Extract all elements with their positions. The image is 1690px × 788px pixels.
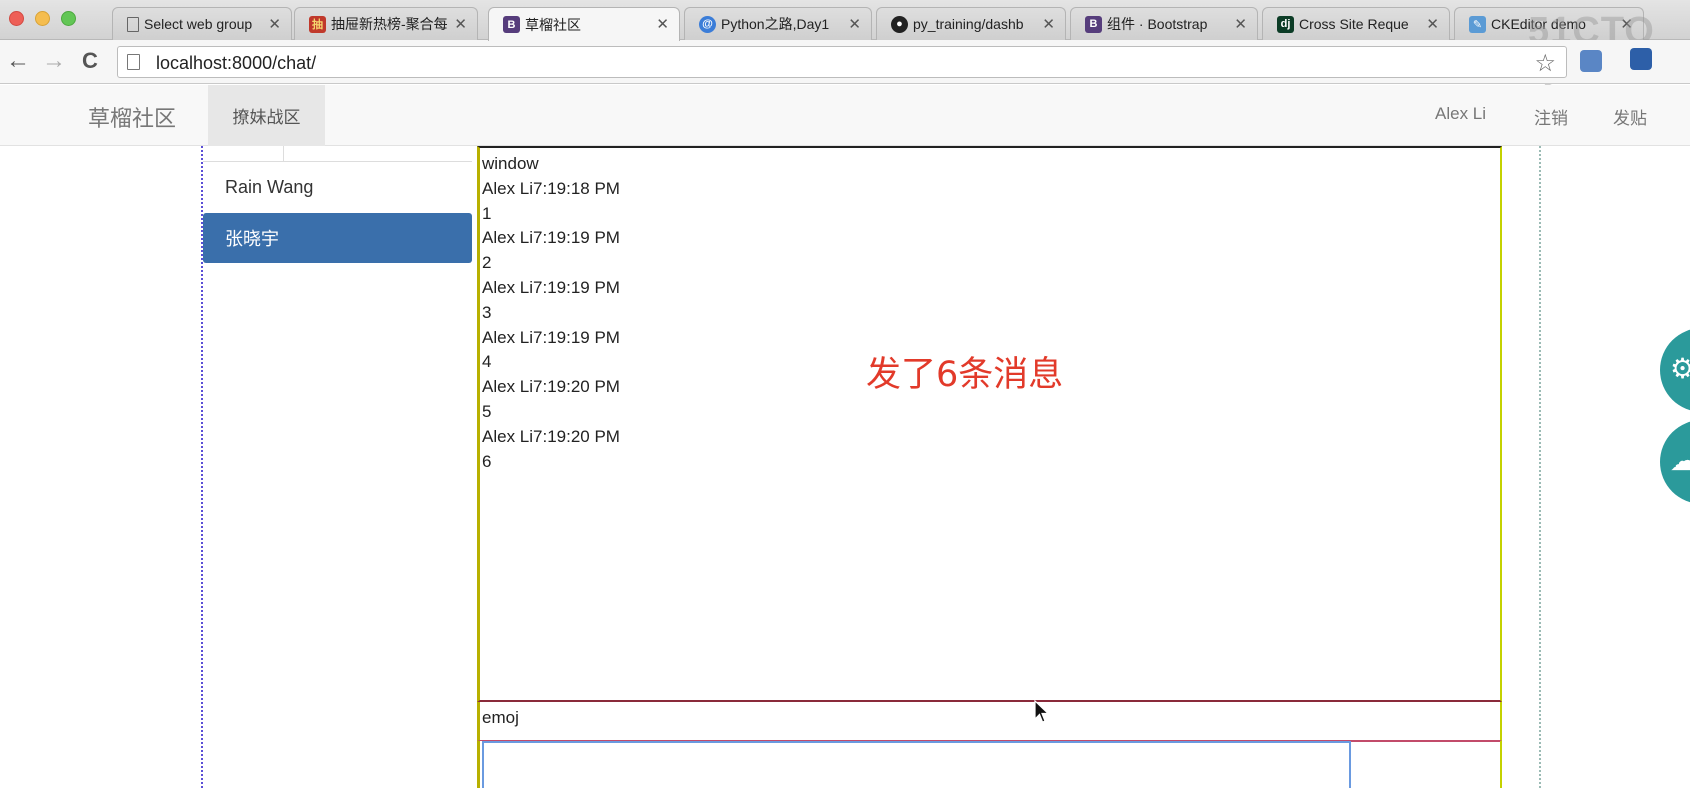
chat-line: 5 — [482, 401, 492, 421]
site-navbar: 草榴社区 撩妹战区 Alex Li 注销 发贴 — [0, 85, 1690, 146]
send-area[interactable] — [1351, 741, 1500, 788]
window-minimize-button[interactable] — [35, 11, 50, 26]
tab-title: Select web group — [144, 16, 253, 32]
tab-close-icon[interactable]: ✕ — [268, 15, 281, 33]
mouse-cursor-icon — [1034, 700, 1050, 723]
browser-tab-4[interactable]: @ Python之路,Day1 ✕ — [684, 7, 872, 40]
chat-line: window — [482, 154, 539, 173]
address-bar[interactable]: localhost:8000/chat/ ☆ — [117, 46, 1567, 78]
nav-post-link[interactable]: 发贴 — [1613, 104, 1647, 129]
browser-tab-strip: Select web group ✕ 抽 抽屉新热榜-聚合每 ✕ B 草榴社区 … — [0, 0, 1690, 41]
window-close-button[interactable] — [9, 11, 24, 26]
chouti-icon: 抽 — [309, 15, 326, 33]
chat-line: Alex Li7:19:20 PM — [482, 426, 620, 446]
tab-title: Cross Site Reque — [1299, 16, 1409, 32]
forward-arrow-icon[interactable]: → — [42, 48, 66, 74]
django-icon: dj — [1277, 15, 1294, 33]
browser-tab-3[interactable]: B 草榴社区 ✕ — [488, 7, 680, 41]
chat-line: Alex Li7:19:18 PM — [482, 178, 620, 198]
red-annotation-text: 发了6条消息 — [866, 355, 1064, 395]
floating-cloud-button[interactable]: ☁ — [1660, 420, 1690, 504]
tab-close-icon[interactable]: ✕ — [1234, 15, 1247, 33]
nav-logout-link[interactable]: 注销 — [1534, 104, 1568, 129]
bookmark-star-icon[interactable]: ☆ — [1534, 49, 1556, 78]
chat-line: Alex Li7:19:19 PM — [482, 327, 620, 347]
ckeditor-icon: ✎ — [1469, 15, 1486, 33]
contact-list: Rain Wang 张晓宇 — [203, 146, 472, 788]
browser-tab-6[interactable]: B 组件 · Bootstrap ✕ — [1070, 7, 1258, 40]
emoji-label[interactable]: emoj — [482, 708, 519, 728]
back-arrow-icon[interactable]: ← — [6, 48, 30, 74]
container-outline — [1539, 146, 1541, 788]
tab-title: 组件 · Bootstrap — [1107, 16, 1208, 32]
site-brand[interactable]: 草榴社区 — [88, 101, 176, 133]
chat-line: 4 — [482, 352, 492, 372]
tab-close-icon[interactable]: ✕ — [1042, 15, 1055, 33]
document-icon — [127, 16, 139, 32]
tab-title: Python之路,Day1 — [721, 16, 830, 32]
chat-history[interactable]: window Alex Li7:19:18 PM 1 Alex Li7:19:1… — [477, 146, 1502, 702]
tab-close-icon[interactable]: ✕ — [848, 15, 861, 33]
nav-item-active[interactable]: 撩妹战区 — [208, 85, 325, 146]
chat-line: Alex Li7:19:20 PM — [482, 377, 620, 397]
browser-tab-2[interactable]: 抽 抽屉新热榜-聚合每 ✕ — [294, 7, 478, 40]
message-input-area — [477, 741, 1502, 788]
tab-title: 抽屉新热榜-聚合每 — [331, 16, 447, 32]
cloud-icon: ☁ — [1670, 445, 1690, 476]
tab-title: 草榴社区 — [525, 16, 581, 33]
chat-messages: window Alex Li7:19:18 PM 1 Alex Li7:19:1… — [482, 152, 620, 474]
contact-tabs — [203, 146, 472, 162]
chat-line: 1 — [482, 203, 492, 223]
message-textarea[interactable] — [482, 741, 1351, 788]
browser-tab-7[interactable]: dj Cross Site Reque ✕ — [1262, 7, 1450, 40]
chat-line: 6 — [482, 451, 492, 471]
tab-close-icon[interactable]: ✕ — [454, 15, 467, 33]
tab-close-icon[interactable]: ✕ — [1426, 15, 1439, 33]
gear-icon: ⚙ — [1670, 353, 1690, 384]
chat-line: Alex Li7:19:19 PM — [482, 228, 620, 248]
browser-toolbar: ← → C localhost:8000/chat/ ☆ — [0, 40, 1690, 84]
window-zoom-button[interactable] — [61, 11, 76, 26]
chat-line: Alex Li7:19:19 PM — [482, 277, 620, 297]
url-text: localhost:8000/chat/ — [156, 53, 317, 73]
github-icon: ● — [891, 15, 908, 33]
contact-item[interactable]: Rain Wang — [203, 162, 472, 212]
chat-line: 2 — [482, 253, 492, 273]
browser-tab-5[interactable]: ● py_training/dashb ✕ — [876, 7, 1066, 40]
tab-title: py_training/dashb — [913, 16, 1024, 32]
bootstrap-icon: B — [1085, 15, 1102, 33]
nav-user-name[interactable]: Alex Li — [1435, 104, 1486, 124]
extension-icon[interactable] — [1630, 48, 1652, 70]
extension-icon[interactable] — [1580, 50, 1602, 72]
chat-line: 3 — [482, 302, 492, 322]
emoji-bar[interactable]: emoj — [477, 702, 1502, 741]
contact-item-active[interactable]: 张晓宇 — [203, 213, 472, 263]
browser-tab-1[interactable]: Select web group ✕ — [112, 7, 292, 40]
blog-icon: @ — [699, 15, 716, 33]
reload-icon[interactable]: C — [82, 48, 98, 74]
bootstrap-icon: B — [503, 16, 520, 33]
floating-gear-button[interactable]: ⚙ — [1660, 328, 1690, 412]
tab-close-icon[interactable]: ✕ — [656, 15, 669, 33]
page-icon — [127, 54, 140, 70]
